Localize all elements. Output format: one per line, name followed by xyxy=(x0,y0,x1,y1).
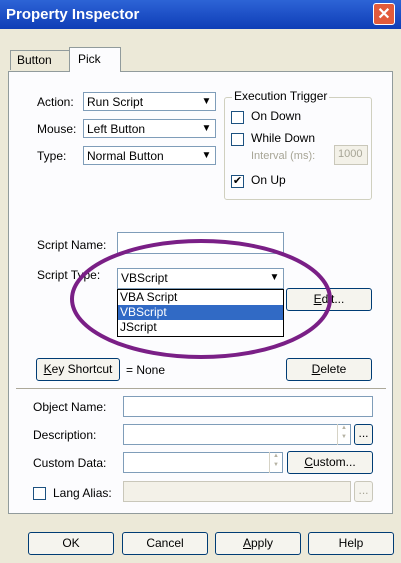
custom-data-spinner[interactable]: ▲ ▼ xyxy=(269,452,282,473)
lang-alias-checkbox[interactable] xyxy=(33,487,46,500)
annotation-ellipse xyxy=(70,239,332,359)
cancel-label: Cancel xyxy=(146,536,184,550)
description-input[interactable]: ▲ ▼ xyxy=(123,424,351,445)
annotation-ellipse-stroke xyxy=(70,239,332,359)
divider xyxy=(16,388,386,389)
description-spinner[interactable]: ▲ ▼ xyxy=(337,424,350,445)
delete-button[interactable]: Delete xyxy=(286,358,372,381)
custom-data-label: Custom Data: xyxy=(33,456,107,470)
lang-alias-browse-button: ... xyxy=(354,481,373,502)
custom-label: ustom... xyxy=(312,455,356,469)
description-browse-button[interactable]: ... xyxy=(354,424,373,445)
key-shortcut-mnemonic: K xyxy=(43,362,52,376)
custom-mnemonic: C xyxy=(304,455,313,469)
help-button[interactable]: Help xyxy=(308,532,394,555)
delete-label: elete xyxy=(320,362,347,376)
key-shortcut-value: = None xyxy=(126,363,166,377)
ok-button[interactable]: OK xyxy=(28,532,114,555)
help-label: Help xyxy=(338,536,364,550)
custom-data-input[interactable]: ▲ ▼ xyxy=(123,452,283,473)
ok-label: OK xyxy=(62,536,80,550)
object-name-input[interactable] xyxy=(123,396,373,417)
delete-mnemonic: D xyxy=(311,362,321,376)
key-shortcut-button[interactable]: Key Shortcut xyxy=(36,358,120,381)
lang-alias-label: Lang Alias: xyxy=(53,486,112,500)
ellipsis-icon: ... xyxy=(358,483,369,497)
apply-mnemonic: A xyxy=(242,536,251,550)
key-shortcut-label: ey Shortcut xyxy=(51,362,113,376)
lang-alias-input xyxy=(123,481,351,502)
object-name-label: Object Name: xyxy=(33,400,107,414)
custom-button[interactable]: Custom... xyxy=(287,451,373,474)
apply-label: pply xyxy=(251,536,274,550)
ellipsis-icon: ... xyxy=(358,426,369,440)
apply-button[interactable]: Apply xyxy=(215,532,301,555)
cancel-button[interactable]: Cancel xyxy=(122,532,208,555)
description-label: Description: xyxy=(33,428,97,442)
